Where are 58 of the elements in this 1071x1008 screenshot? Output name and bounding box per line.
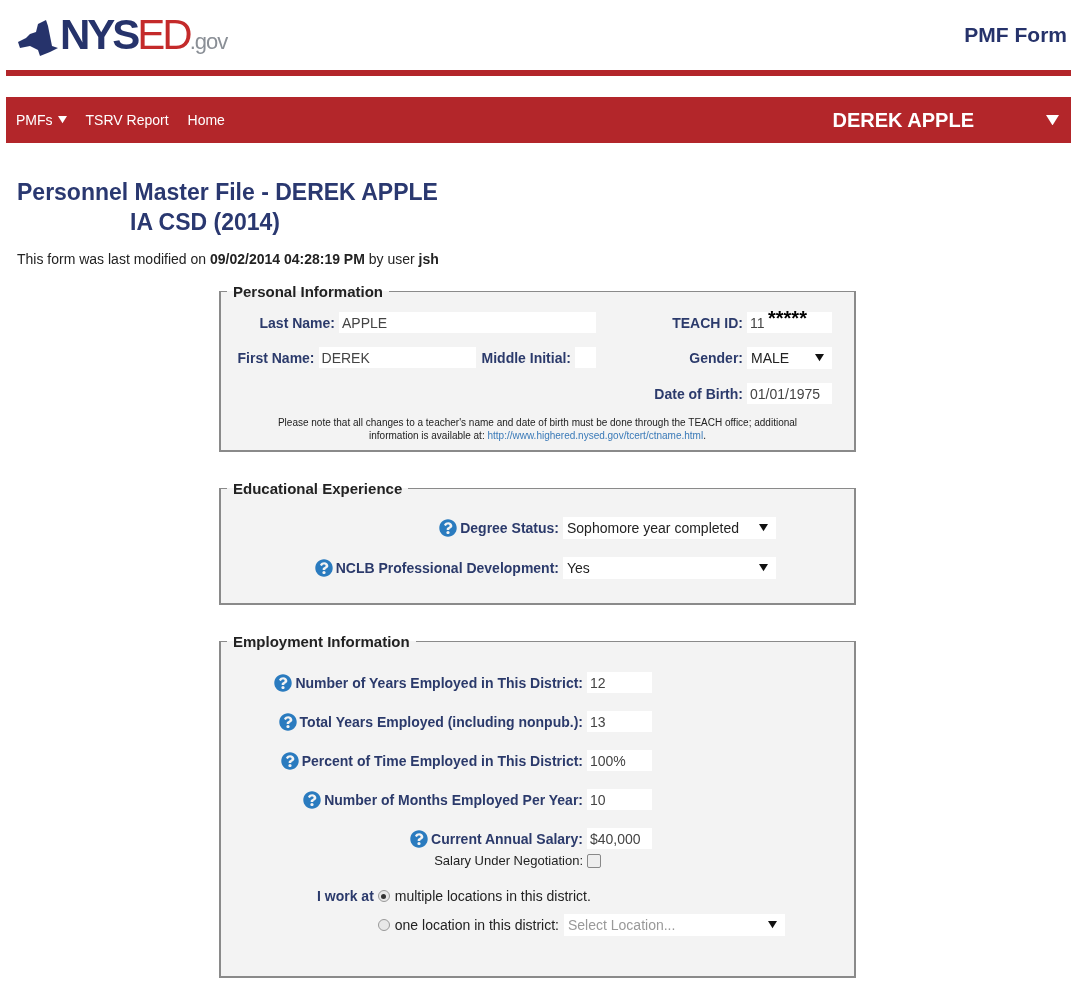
input-field[interactable]: 100% xyxy=(587,750,652,771)
nav-link[interactable]: Home xyxy=(187,112,225,128)
input-field[interactable]: 10 xyxy=(587,789,652,810)
help-icon[interactable] xyxy=(274,673,293,692)
field-label: TEACH ID: xyxy=(672,314,743,331)
nav-link[interactable]: PMFs xyxy=(16,112,67,128)
input-field[interactable]: DEREK xyxy=(318,347,476,368)
help-icon[interactable] xyxy=(303,790,322,809)
option-label: multiple locations in this district. xyxy=(394,888,591,904)
field-label: Middle Initial: xyxy=(481,349,571,366)
dropdown[interactable]: Sophomore year completed xyxy=(563,517,776,539)
input-field[interactable]: 01/01/1975 xyxy=(747,383,832,404)
field-label: Number of Months Employed Per Year: xyxy=(324,791,583,808)
field-label: First Name: xyxy=(237,349,315,366)
caret-icon xyxy=(57,116,67,124)
field-label: Salary Under Negotiation: xyxy=(434,853,583,868)
page-title: PMF Form xyxy=(964,23,1067,47)
caret-icon xyxy=(1046,114,1059,126)
user-menu[interactable]: DEREK APPLE xyxy=(832,108,1059,132)
option-label: one location in this district: xyxy=(394,917,559,933)
radio-button[interactable] xyxy=(377,919,390,931)
field-label: Total Years Employed (including nonpub.): xyxy=(299,713,583,730)
input-field[interactable]: 12 xyxy=(587,672,652,693)
radio-button[interactable] xyxy=(377,890,390,902)
field-label: Last Name: xyxy=(259,314,335,331)
logo-text: NYSED.gov xyxy=(60,14,228,56)
help-icon[interactable] xyxy=(439,519,458,537)
caret-icon xyxy=(815,354,824,362)
input-field[interactable]: $40,000 xyxy=(587,828,652,849)
field-label: I work at xyxy=(317,888,374,906)
dropdown[interactable]: MALE xyxy=(747,347,832,369)
caret-icon xyxy=(759,564,768,572)
info-note: Please note that all changes to a teacher's name and date of birth must be done through the TEACH office; additional information is available at: http://www.highered.nysed.gov/tcert/ctname.html. xyxy=(276,416,799,442)
field-label: Number of Years Employed in This District: xyxy=(295,674,583,691)
input-field[interactable]: 13 xyxy=(587,711,652,732)
site-logo[interactable]: NYSED.gov xyxy=(16,14,228,56)
help-icon[interactable] xyxy=(278,712,297,731)
field-label: Current Annual Salary: xyxy=(431,830,583,847)
page-heading: Personnel Master File - DEREK APPLE IA CSD (2014) xyxy=(17,178,439,237)
caret-icon xyxy=(759,524,768,532)
section-legend: Educational Experience xyxy=(227,480,409,497)
field-label: Gender: xyxy=(689,350,743,366)
state-map-icon xyxy=(16,20,60,56)
input-field[interactable]: APPLE xyxy=(339,312,596,333)
caret-icon xyxy=(768,921,777,929)
checkbox[interactable] xyxy=(587,853,601,868)
field-label: Degree Status: xyxy=(460,520,559,536)
modified-note: This form was last modified on 09/02/2014 04:28:19 PM by user jsh xyxy=(17,251,440,267)
field-label: NCLB Professional Development: xyxy=(335,560,559,576)
field-label: Percent of Time Employed in This District: xyxy=(301,752,583,769)
field-label: Date of Birth: xyxy=(654,385,743,402)
section-legend: Employment Information xyxy=(227,633,416,650)
help-icon[interactable] xyxy=(280,751,299,770)
help-icon[interactable] xyxy=(314,559,333,577)
section-legend: Personal Information xyxy=(227,283,390,300)
dropdown[interactable]: Yes xyxy=(563,557,776,579)
help-icon[interactable] xyxy=(410,829,429,848)
nav-link[interactable]: TSRV Report xyxy=(85,112,169,128)
